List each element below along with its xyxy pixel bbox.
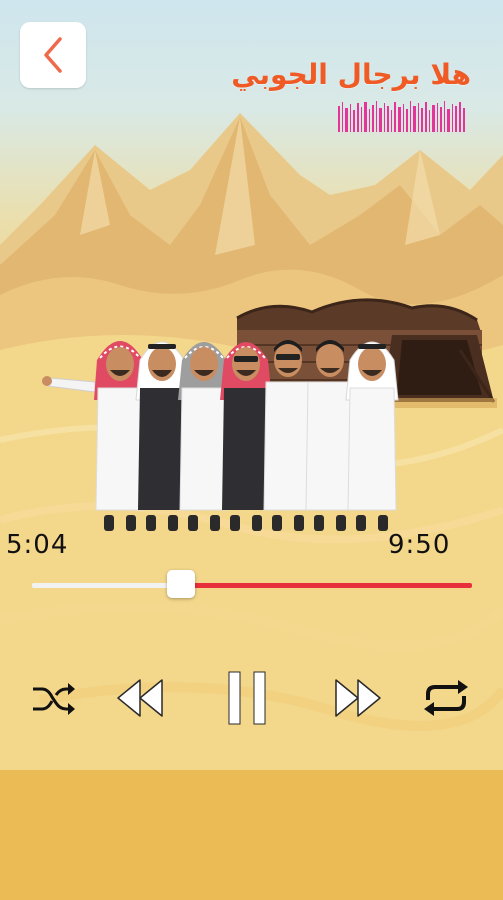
pause-icon xyxy=(228,671,266,725)
total-time: 9:50 xyxy=(388,530,451,560)
current-time: 5:04 xyxy=(6,530,69,560)
back-button[interactable] xyxy=(20,22,86,88)
fast-forward-button[interactable] xyxy=(330,670,386,726)
shuffle-icon xyxy=(33,683,75,715)
rewind-button[interactable] xyxy=(112,670,168,726)
seek-played-track xyxy=(32,583,181,588)
seek-thumb[interactable] xyxy=(167,570,195,598)
seek-bar[interactable] xyxy=(32,570,472,600)
chevron-left-icon xyxy=(44,37,62,73)
sand-ground xyxy=(0,770,503,900)
dancers-illustration xyxy=(42,340,399,531)
waveform-decoration xyxy=(338,101,465,132)
fast-forward-icon xyxy=(335,679,381,717)
rewind-icon xyxy=(117,679,163,717)
repeat-icon xyxy=(424,680,468,716)
player-screen: هلا برجال الجوبي 5:04 9:50 xyxy=(0,0,503,900)
song-title: هلا برجال الجوبي xyxy=(231,58,471,91)
pause-button[interactable] xyxy=(222,670,272,726)
shuffle-button[interactable] xyxy=(28,670,78,726)
seek-remaining-track xyxy=(181,583,472,588)
repeat-button[interactable] xyxy=(418,670,474,726)
